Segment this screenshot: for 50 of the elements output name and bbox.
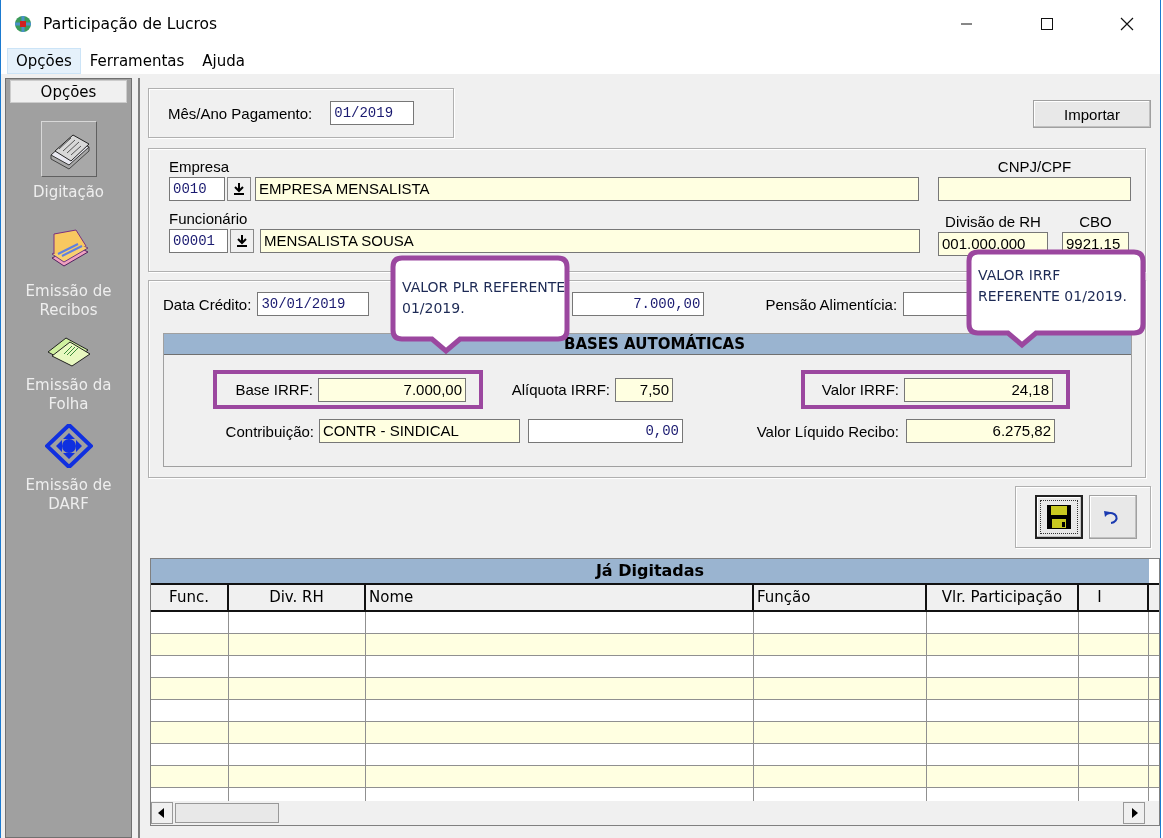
column-header[interactable]: Div. RH <box>229 585 366 610</box>
column-header[interactable]: Func. <box>151 585 229 610</box>
scroll-left-button[interactable] <box>151 802 173 824</box>
app-icon <box>14 15 32 33</box>
field-label: Contribuição: <box>224 422 314 440</box>
field-label: Empresa <box>169 158 231 175</box>
sidebar-header[interactable]: Opções <box>10 80 127 103</box>
field-label: Base IRRF: <box>234 381 313 398</box>
menu-item[interactable]: Ferramentas <box>80 48 194 74</box>
field-label: Valor Líquido Recibo: <box>755 422 899 440</box>
download-button[interactable] <box>230 229 254 253</box>
date-field[interactable]: 30/01/2019 <box>257 292 370 316</box>
scrollbar-thumb[interactable] <box>175 803 279 823</box>
download-button[interactable] <box>227 177 251 201</box>
field-label: Mês/Ano Pagamento: <box>168 104 313 122</box>
month-year-field[interactable]: 01/2019 <box>330 101 415 125</box>
undo-button[interactable] <box>1089 495 1137 539</box>
value-field[interactable]: 7,50 <box>615 377 673 402</box>
amount-field[interactable]: 7.000,00 <box>572 292 705 316</box>
field-label: Alíquota IRRF: <box>510 381 610 398</box>
menu-item[interactable]: Opções <box>7 48 81 74</box>
value-field[interactable]: CONTR - SINDICAL <box>319 419 520 443</box>
window-title: Participação de Lucros <box>43 15 218 33</box>
code-field[interactable]: 0010 <box>169 177 225 201</box>
menu-item[interactable]: Ajuda <box>193 48 254 74</box>
value-field[interactable]: 7.000,00 <box>318 377 466 402</box>
column-header[interactable]: I <box>1079 585 1149 610</box>
cnpj-field[interactable] <box>938 177 1131 201</box>
column-header[interactable]: Função <box>754 585 927 610</box>
field-label: Valor IRRF: <box>820 381 899 398</box>
amount-field[interactable]: 0,00 <box>528 419 683 443</box>
field-label: Pensão Alimentícia: <box>765 295 898 313</box>
horizontal-scrollbar[interactable] <box>151 801 1159 825</box>
column-header[interactable]: Nome <box>366 585 754 610</box>
save-button[interactable] <box>1035 495 1083 539</box>
value-field[interactable]: 6.275,82 <box>906 419 1055 443</box>
column-header[interactable]: Vlr. Participação <box>927 585 1079 610</box>
import-button[interactable]: Importar <box>1033 100 1151 128</box>
field-label: CBO <box>1079 213 1112 230</box>
field-label: CNPJ/CPF <box>997 158 1072 175</box>
field-label: Data Crédito: <box>163 295 252 313</box>
scroll-right-button[interactable] <box>1123 802 1145 824</box>
table-title: Já Digitadas <box>151 559 1149 583</box>
name-field[interactable]: MENSALISTA SOUSA <box>260 229 920 253</box>
field-label: Funcionário <box>169 210 249 227</box>
code-field[interactable]: 00001 <box>169 229 228 253</box>
name-field[interactable]: EMPRESA MENSALISTA <box>255 177 919 201</box>
callout-tooltip: VALOR IRRF REFERENTE 01/2019. <box>966 249 1146 349</box>
value-field[interactable]: 24,18 <box>904 377 1053 402</box>
field-label: Divisão de RH <box>945 213 1041 230</box>
